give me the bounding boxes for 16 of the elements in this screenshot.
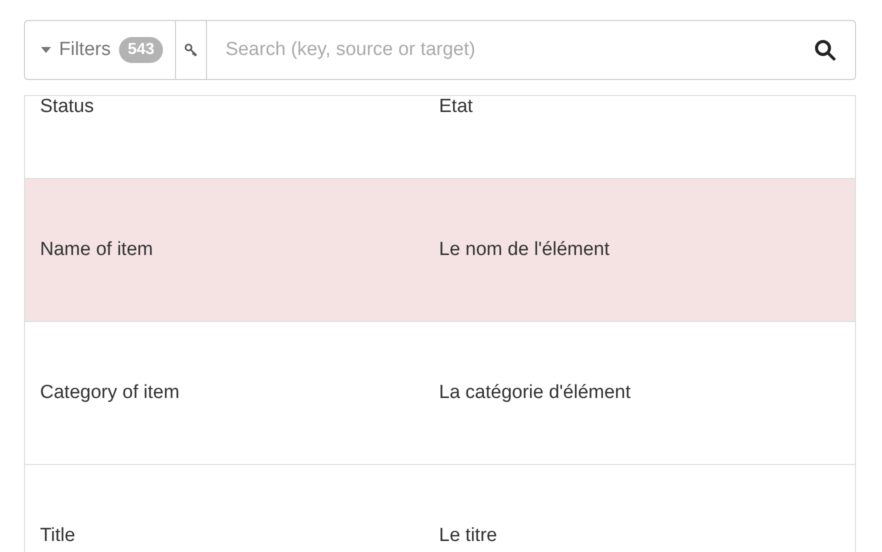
source-text: Name of item <box>39 238 154 262</box>
search-icon <box>814 39 836 61</box>
source-text: Title <box>39 524 76 548</box>
source-text: Category of item <box>39 380 180 405</box>
source-text: Status <box>39 96 95 119</box>
filters-button[interactable]: Filters 543 <box>24 20 176 80</box>
table-row[interactable]: Name of item Le nom de l'élément <box>25 179 855 322</box>
target-text: La catégorie d'élément <box>439 380 631 405</box>
key-icon <box>184 43 198 57</box>
target-text: Etat <box>439 96 473 119</box>
table-row[interactable]: Status Etat <box>25 96 855 179</box>
search-field[interactable]: Search (key, source or target) <box>207 20 856 80</box>
target-text: Le titre <box>439 524 498 548</box>
caret-icon <box>41 47 51 53</box>
count-badge: 543 <box>118 37 164 63</box>
target-text: Le nom de l'élément <box>439 238 610 262</box>
